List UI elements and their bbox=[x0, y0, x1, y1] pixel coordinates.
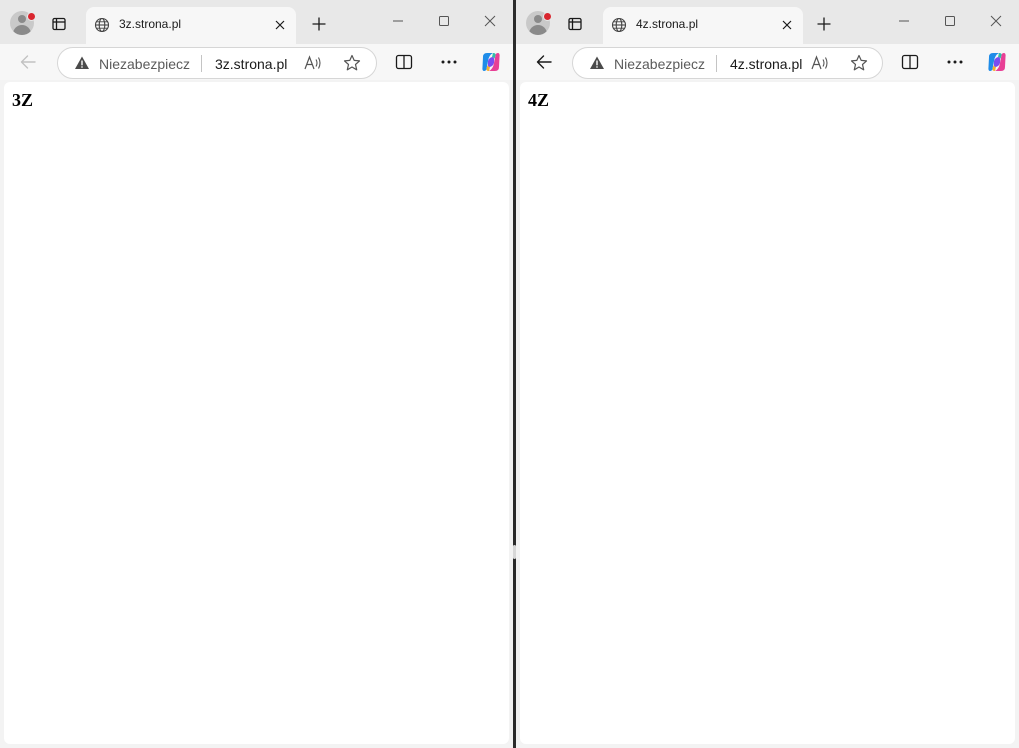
avatar-head bbox=[534, 15, 542, 23]
arrow-left-icon bbox=[536, 55, 552, 69]
window-close-button[interactable] bbox=[985, 10, 1007, 32]
split-screen-button[interactable] bbox=[392, 50, 416, 74]
more-dots-icon bbox=[947, 60, 963, 64]
tab-actions-icon bbox=[568, 17, 582, 31]
more-dots-icon bbox=[441, 60, 457, 64]
maximize-button[interactable] bbox=[433, 10, 455, 32]
maximize-button[interactable] bbox=[939, 10, 961, 32]
navigation-toolbar: Niezabezpieczona 3z.strona.pl bbox=[0, 44, 513, 80]
notification-dot bbox=[27, 12, 36, 21]
url-text[interactable]: 3z.strona.pl bbox=[215, 56, 287, 72]
warning-icon[interactable] bbox=[589, 55, 605, 71]
read-aloud-icon bbox=[811, 55, 828, 70]
maximize-icon bbox=[945, 16, 955, 26]
tab-active[interactable]: 3z.strona.pl bbox=[86, 7, 296, 44]
read-aloud-button[interactable] bbox=[810, 54, 830, 72]
back-button[interactable] bbox=[16, 50, 40, 74]
arrow-left-icon bbox=[20, 55, 36, 69]
copilot-button[interactable] bbox=[479, 50, 503, 74]
address-separator bbox=[201, 55, 202, 72]
address-separator bbox=[716, 55, 717, 72]
security-status-text[interactable]: Niezabezpieczona bbox=[99, 56, 190, 72]
minimize-icon bbox=[393, 20, 403, 22]
close-icon bbox=[484, 15, 496, 27]
close-icon bbox=[990, 15, 1002, 27]
window-close-button[interactable] bbox=[479, 10, 501, 32]
warning-icon[interactable] bbox=[74, 55, 90, 71]
avatar-body bbox=[529, 25, 547, 35]
back-button[interactable] bbox=[532, 50, 556, 74]
avatar-head bbox=[18, 15, 26, 23]
new-tab-button[interactable] bbox=[813, 13, 835, 35]
minimize-icon bbox=[899, 20, 909, 22]
globe-icon bbox=[611, 17, 627, 33]
page-heading: 4Z bbox=[528, 90, 550, 110]
split-screen-icon bbox=[901, 54, 919, 70]
page-heading: 3Z bbox=[12, 90, 34, 110]
globe-icon bbox=[94, 17, 110, 33]
plus-icon bbox=[817, 17, 831, 31]
settings-and-more-button[interactable] bbox=[437, 50, 461, 74]
tab-title: 3z.strona.pl bbox=[119, 17, 182, 31]
copilot-button[interactable] bbox=[985, 50, 1009, 74]
tab-close-button[interactable] bbox=[270, 15, 290, 35]
copilot-icon bbox=[988, 53, 1006, 71]
tab-actions-button[interactable] bbox=[563, 13, 587, 35]
tab-title: 4z.strona.pl bbox=[636, 17, 699, 31]
close-icon bbox=[275, 20, 285, 30]
tab-close-button[interactable] bbox=[777, 15, 797, 35]
favorite-button[interactable] bbox=[342, 54, 362, 72]
avatar-body bbox=[13, 25, 31, 35]
address-bar[interactable]: Niezabezpieczona 4z.strona.pl bbox=[572, 47, 883, 79]
read-aloud-button[interactable] bbox=[303, 54, 323, 72]
page-content: 3Z bbox=[4, 82, 509, 744]
new-tab-button[interactable] bbox=[308, 13, 330, 35]
minimize-button[interactable] bbox=[893, 10, 915, 32]
split-screen-icon bbox=[395, 54, 413, 70]
security-status-text[interactable]: Niezabezpieczona bbox=[614, 56, 705, 72]
settings-and-more-button[interactable] bbox=[943, 50, 967, 74]
page-content: 4Z bbox=[520, 82, 1015, 744]
favorite-button[interactable] bbox=[849, 54, 869, 72]
close-icon bbox=[782, 20, 792, 30]
url-text[interactable]: 4z.strona.pl bbox=[730, 56, 804, 72]
star-icon bbox=[343, 54, 361, 71]
split-screen-button[interactable] bbox=[898, 50, 922, 74]
read-aloud-icon bbox=[304, 55, 321, 70]
maximize-icon bbox=[439, 16, 449, 26]
title-bar: 3z.strona.pl bbox=[0, 0, 513, 44]
notification-dot bbox=[543, 12, 552, 21]
plus-icon bbox=[312, 17, 326, 31]
navigation-toolbar: Niezabezpieczona 4z.strona.pl bbox=[516, 44, 1019, 80]
copilot-icon bbox=[482, 53, 500, 71]
title-bar: 4z.strona.pl bbox=[516, 0, 1019, 44]
tab-actions-icon bbox=[52, 17, 66, 31]
minimize-button[interactable] bbox=[387, 10, 409, 32]
star-icon bbox=[850, 54, 868, 71]
browser-window-right: 4z.strona.pl Niezabezpieczona 4z.strona.… bbox=[516, 0, 1019, 748]
address-bar[interactable]: Niezabezpieczona 3z.strona.pl bbox=[57, 47, 377, 79]
browser-window-left: 3z.strona.pl Niezabezpieczona 3z.strona.… bbox=[0, 0, 513, 748]
tab-actions-button[interactable] bbox=[47, 13, 71, 35]
tab-active[interactable]: 4z.strona.pl bbox=[603, 7, 803, 44]
